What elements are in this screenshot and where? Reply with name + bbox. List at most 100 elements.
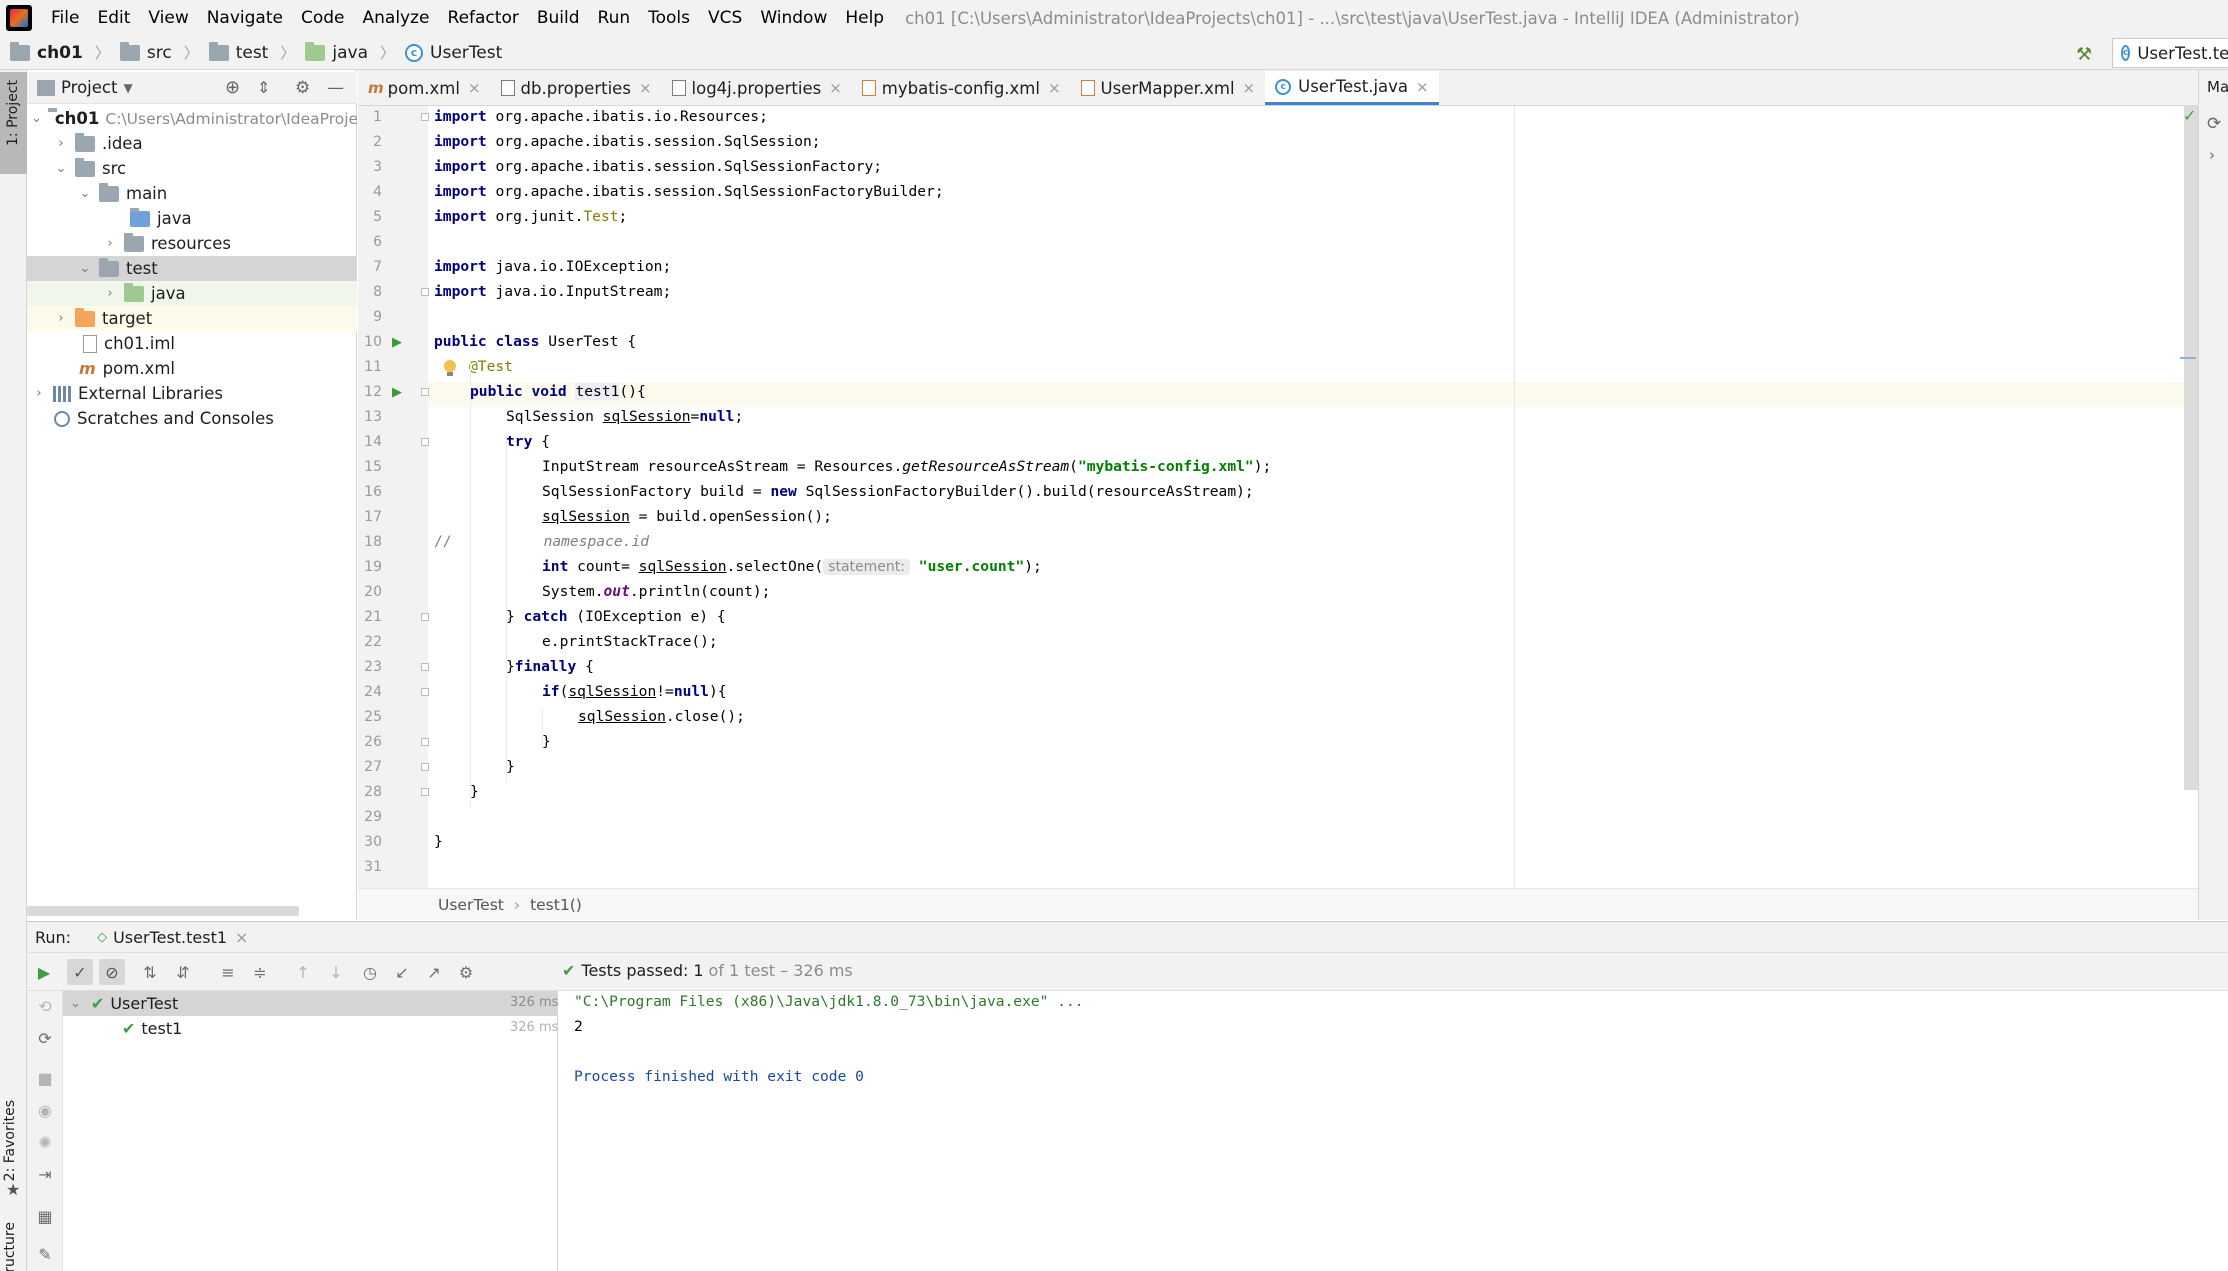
sort-by-duration-icon[interactable]: ⇵ [170,959,196,985]
import-tests-icon[interactable]: ↙ [389,959,415,985]
tree-item-src[interactable]: ⌄ src [27,156,357,181]
menu-file[interactable]: File [42,0,88,36]
breadcrumb-test[interactable]: test 〉 [199,41,295,63]
test-row-test1[interactable]: ✔ test1 [122,1016,182,1041]
camera-icon[interactable]: ◉ [32,1097,58,1123]
tree-item-resources[interactable]: › resources [27,231,357,256]
fold-marker-icon[interactable] [421,613,429,621]
menu-run[interactable]: Run [589,0,640,36]
tree-item-external-libraries[interactable]: › External Libraries [27,381,357,406]
breadcrumb-java[interactable]: java 〉 [295,41,395,63]
build-hammer-icon[interactable]: ⚒ [2076,44,2096,65]
test-row-usertest[interactable]: ⌄ ✔ UserTest [70,991,178,1016]
fold-marker-icon[interactable] [421,113,429,121]
maven-tool-tab[interactable]: Maven [2207,78,2228,96]
collapse-all-icon[interactable]: ⇕ [257,78,270,97]
locate-file-icon[interactable]: ⊕ [225,77,240,98]
menu-help[interactable]: Help [836,0,893,36]
menu-tools[interactable]: Tools [639,0,699,36]
rerun-icon[interactable]: ▶ [31,959,57,985]
project-tool-tab[interactable]: 1: Project [0,72,27,174]
editor-scrollbar[interactable] [2184,106,2198,790]
show-ignored-icon[interactable]: ⊘ [99,959,125,985]
run-test-icon[interactable]: ▶ [392,335,408,350]
layout-icon[interactable]: ▦ [32,1203,58,1229]
line-number: 24 [364,684,382,700]
tree-item-ch01[interactable]: ⌄ ch01 C:\Users\Administrator\IdeaProjec… [27,106,357,131]
tree-item-scratches[interactable]: Scratches and Consoles [27,406,357,431]
menu-refactor[interactable]: Refactor [439,0,528,36]
tree-item-main-java[interactable]: java [27,206,357,231]
fold-marker-icon[interactable] [421,663,429,671]
tree-item-test-java[interactable]: › java [27,281,357,306]
tab-usertest-java[interactable]: c UserTest.java × [1265,71,1439,105]
rerun-failed-icon[interactable]: ⟳ [32,1025,58,1051]
export-tests-icon[interactable]: ↗ [421,959,447,985]
breadcrumb-src[interactable]: src 〉 [110,41,199,63]
project-view-selector[interactable]: Project [61,78,117,97]
show-passed-icon[interactable]: ✓ [67,959,93,985]
tree-item-test[interactable]: ⌄ test [27,256,357,281]
fold-marker-icon[interactable] [421,688,429,696]
tab-usermapper-xml[interactable]: UserMapper.xml × [1071,71,1266,105]
fold-marker-icon[interactable] [421,788,429,796]
breadcrumb-usertest[interactable]: UserTest [438,896,504,914]
tab-pom-xml[interactable]: m pom.xml × [358,71,491,105]
menu-edit[interactable]: Edit [88,0,139,36]
tree-item-iml[interactable]: ch01.iml [27,331,357,356]
close-icon[interactable]: × [829,79,842,97]
menu-view[interactable]: View [139,0,197,36]
close-icon[interactable]: × [235,928,248,947]
fold-marker-icon[interactable] [421,438,429,446]
tab-db-properties[interactable]: db.properties × [491,71,662,105]
menu-window[interactable]: Window [751,0,836,36]
history-icon[interactable]: ◷ [357,959,383,985]
pin-rerun-icon[interactable]: ⟲ [32,993,58,1019]
run-configuration-selector[interactable]: c UserTest.test1 [2112,38,2228,68]
tab-mybatis-config[interactable]: mybatis-config.xml × [852,71,1071,105]
dropdown-arrow-icon[interactable]: ▼ [123,81,132,95]
stop-icon[interactable]: ■ [32,1065,58,1091]
menu-navigate[interactable]: Navigate [198,0,292,36]
gear-icon[interactable]: ⚙ [453,959,479,985]
sort-alphabetically-icon[interactable]: ⇅ [137,959,163,985]
tree-item-target[interactable]: › target [27,306,357,331]
close-icon[interactable]: × [639,79,652,97]
breadcrumb-test1[interactable]: test1() [530,896,582,914]
close-icon[interactable]: × [1048,79,1061,97]
run-tab-label[interactable]: UserTest.test1 [113,928,227,947]
close-icon[interactable]: × [468,79,481,97]
tree-item-pom[interactable]: m pom.xml [27,356,357,381]
breadcrumb-class[interactable]: c UserTest [395,43,502,63]
exit-icon[interactable]: ⇥ [32,1161,58,1187]
menu-analyze[interactable]: Analyze [354,0,439,36]
collapse-all-icon[interactable]: ≑ [247,959,273,985]
chevron-right-icon[interactable]: › [2209,146,2215,164]
intention-bulb-icon[interactable] [443,360,457,378]
fold-marker-icon[interactable] [421,388,429,396]
hide-panel-icon[interactable]: — [327,78,344,98]
structure-tool-tab[interactable]: Structure [2,1222,18,1271]
tree-item-main[interactable]: ⌄ main [27,181,357,206]
run-test-icon[interactable]: ▶ [392,385,408,400]
close-icon[interactable]: × [1243,79,1256,97]
fold-marker-icon[interactable] [421,288,429,296]
previous-failed-icon[interactable]: ↑ [290,959,316,985]
fold-marker-icon[interactable] [421,738,429,746]
gear-icon[interactable]: ⚙ [295,78,310,98]
menu-vcs[interactable]: VCS [699,0,751,36]
expand-all-icon[interactable]: ≡ [215,959,241,985]
console-output[interactable] [559,991,2228,1271]
close-icon[interactable]: × [1416,78,1429,96]
tab-log4j-properties[interactable]: log4j.properties × [662,71,852,105]
debug-icon[interactable]: ✺ [32,1129,58,1155]
refresh-icon[interactable]: ⟳ [2207,114,2221,134]
menu-build[interactable]: Build [528,0,589,36]
horizontal-scrollbar[interactable] [27,906,299,916]
fold-marker-icon[interactable] [421,763,429,771]
tree-item-idea[interactable]: › .idea [27,131,357,156]
next-failed-icon[interactable]: ↓ [323,959,349,985]
menu-code[interactable]: Code [292,0,354,36]
pin-icon[interactable]: ✎ [32,1241,58,1267]
breadcrumb-project[interactable]: ch01 〉 [0,41,110,63]
